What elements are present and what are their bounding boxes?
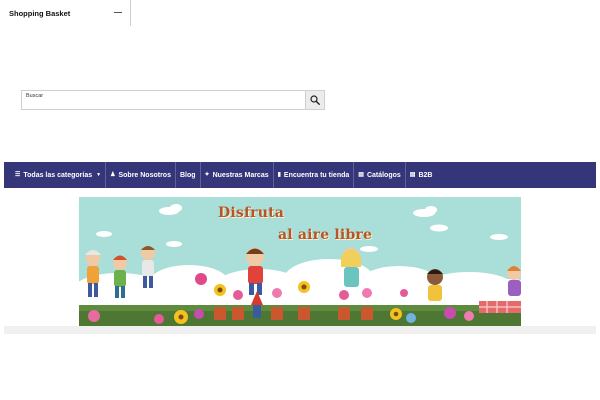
nav-catalogs-label: Catálogos (366, 171, 401, 179)
star-icon: ✦ (204, 172, 210, 178)
document-icon: ▮ (277, 172, 281, 178)
main-navigation: ☰ Todas las categorías ▼ ♟ Sobre Nosotro… (4, 162, 596, 188)
document-icon: ▤ (358, 172, 364, 178)
menu-icon: ☰ (15, 172, 21, 178)
nav-find-store-label: Encuentra tu tienda (283, 171, 350, 179)
nav-find-store[interactable]: ▮ Encuentra tu tienda (274, 162, 355, 188)
people-icon: ♟ (110, 172, 116, 178)
shopping-basket-panel: Shopping Basket (0, 0, 131, 26)
nav-about-us[interactable]: ♟ Sobre Nosotros (106, 162, 176, 188)
chevron-down-icon: ▼ (96, 172, 102, 178)
nav-about-us-label: Sobre Nosotros (118, 171, 171, 179)
nav-b2b[interactable]: ▤ B2B (406, 162, 437, 188)
nav-b2b-label: B2B (418, 171, 433, 179)
nav-our-brands[interactable]: ✦ Nuestras Marcas (201, 162, 274, 188)
banner-heading-line2: al aire libre (278, 227, 373, 243)
document-icon: ▤ (409, 172, 416, 178)
nav-catalogs[interactable]: ▤ Catálogos (354, 162, 406, 188)
shopping-basket-title[interactable]: Shopping Basket (9, 9, 70, 18)
nav-blog[interactable]: Blog (176, 162, 201, 188)
promo-banner[interactable]: Disfruta al aire libre (79, 197, 521, 326)
banner-heading-line1: Disfruta (218, 205, 285, 221)
search-icon (310, 95, 320, 105)
search-bar (21, 90, 325, 110)
nav-all-categories[interactable]: ☰ Todas las categorías ▼ (11, 162, 107, 188)
search-input[interactable] (22, 91, 306, 109)
content-divider (4, 326, 596, 334)
search-button[interactable] (305, 91, 324, 109)
nav-blog-label: Blog (179, 171, 196, 179)
nav-our-brands-label: Nuestras Marcas (212, 171, 269, 179)
collapse-icon[interactable] (114, 12, 122, 13)
banner-illustration (79, 197, 521, 326)
nav-all-categories-label: Todas las categorías (23, 171, 93, 179)
